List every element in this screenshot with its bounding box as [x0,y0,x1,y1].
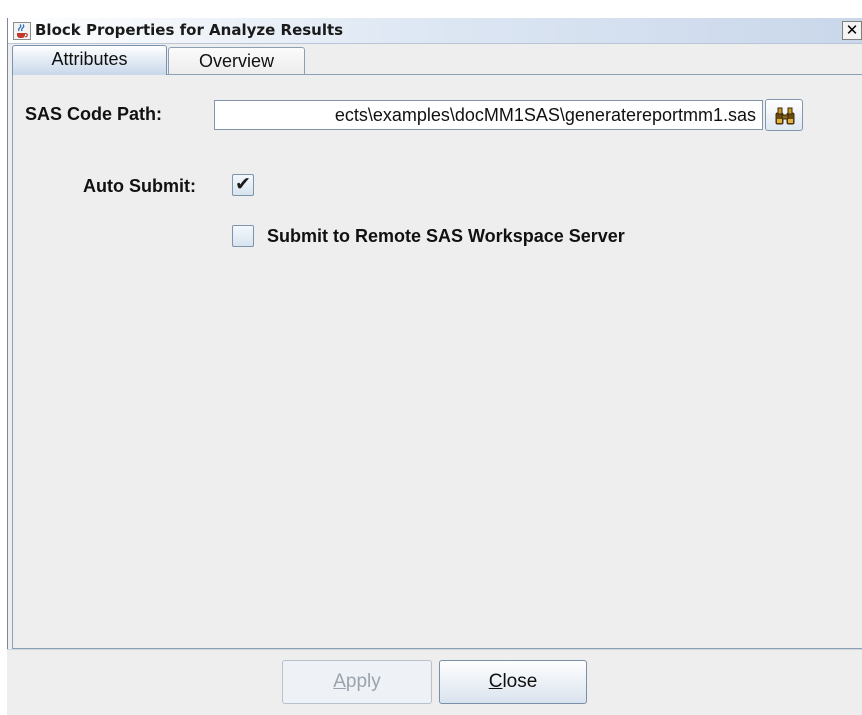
tab-attributes[interactable]: Attributes [12,45,167,75]
apply-mnemonic: A [333,671,346,692]
window-title: Block Properties for Analyze Results [35,21,344,39]
remote-submit-label[interactable]: Submit to Remote SAS Workspace Server [267,226,625,247]
sas-code-path-label: SAS Code Path: [25,104,163,124]
java-coffee-icon [13,22,31,40]
check-icon: ✔ [235,173,251,195]
apply-label-rest: pply [345,671,381,692]
auto-submit-label: Auto Submit: [83,176,196,196]
browse-button[interactable] [765,99,803,131]
close-mnemonic: C [488,671,503,692]
close-button[interactable]: Close [439,660,587,704]
title-bar[interactable]: Block Properties for Analyze Results ✕ [8,18,862,44]
binoculars-icon [775,107,795,125]
apply-button[interactable]: Apply [282,660,432,704]
close-icon: ✕ [845,21,859,39]
sas-code-path-value: ects\examples\docMM1SAS\generatereportmm… [334,105,756,125]
sas-code-path-input[interactable]: ects\examples\docMM1SAS\generatereportmm… [214,100,763,130]
tab-strip: Attributes Overview [8,44,862,75]
tab-overview[interactable]: Overview [168,47,305,75]
auto-submit-checkbox[interactable]: ✔ [232,173,254,196]
remote-submit-checkbox[interactable] [232,225,254,247]
close-window-button[interactable]: ✕ [842,21,862,40]
button-bar [7,649,862,715]
attributes-panel [12,74,862,649]
close-label-rest: lose [502,671,538,692]
